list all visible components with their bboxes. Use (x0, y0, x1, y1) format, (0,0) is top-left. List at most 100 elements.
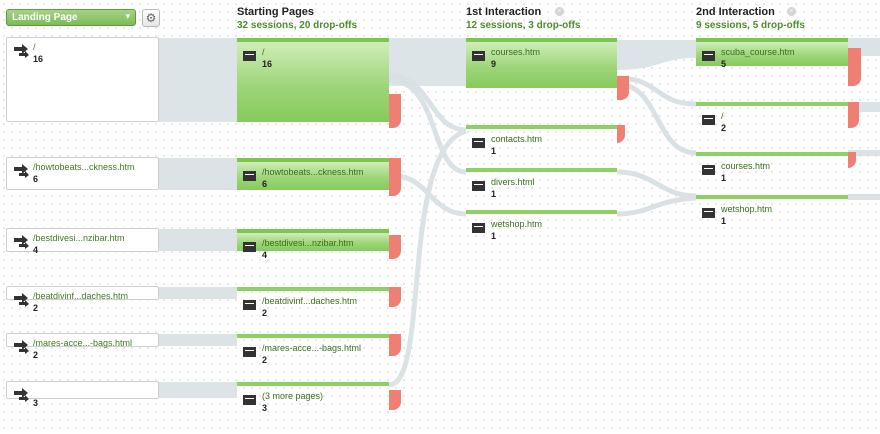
page-icon (472, 51, 485, 61)
page-label: wetshop.htm (491, 219, 543, 229)
source-label: /beatdivinf...daches.htm (33, 291, 129, 301)
source-count: 16 (33, 54, 44, 64)
drop-off-bar[interactable] (389, 287, 401, 307)
column-title: Starting Pages (237, 6, 315, 18)
entrance-arrow-icon (14, 164, 29, 178)
source-node[interactable]: /mares-acce...-bags.html 2 (6, 333, 159, 360)
page-count: 4 (262, 250, 268, 260)
page-count: 1 (491, 146, 497, 156)
drop-off-bar[interactable] (389, 334, 401, 356)
column-summary: 9 sessions, 5 drop-offs (696, 20, 805, 31)
page-label: /bestdivesi...nzibar.htm (262, 238, 354, 248)
page-icon (243, 395, 256, 405)
flow-band (616, 169, 697, 199)
source-label: / (33, 42, 36, 52)
flow-band (159, 287, 237, 299)
source-count: 6 (33, 174, 39, 184)
page-node[interactable]: / 2 (696, 102, 848, 133)
drop-off-bar[interactable] (389, 94, 401, 128)
page-node[interactable]: /howtobeats...ckness.htm 6 (237, 158, 389, 190)
source-node[interactable]: / 16 (6, 37, 159, 122)
source-count: 2 (33, 350, 39, 360)
page-node[interactable]: /bestdivesi...nzibar.htm 4 (237, 229, 389, 260)
page-label: /howtobeats...ckness.htm (262, 167, 364, 177)
drop-off-bar[interactable] (848, 102, 859, 128)
page-count: 1 (721, 173, 727, 183)
page-icon (472, 181, 485, 191)
source-count: 3 (33, 398, 39, 408)
flow-band (617, 40, 696, 70)
chevron-down-icon: ▾ (125, 11, 130, 21)
page-count: 16 (262, 59, 273, 69)
page-node[interactable]: / 16 (237, 38, 389, 122)
flow-band (848, 194, 880, 200)
page-node[interactable]: /mares-acce...-bags.html 2 (237, 334, 389, 365)
page-node[interactable]: contacts.htm 1 (466, 125, 617, 156)
source-node[interactable]: /beatdivinf...daches.htm 2 (6, 286, 159, 313)
source-node[interactable]: 3 (6, 381, 159, 408)
drop-off-bar[interactable] (389, 235, 401, 259)
page-icon (243, 300, 256, 310)
page-count: 2 (262, 355, 268, 365)
page-count: 1 (491, 189, 497, 199)
flow-band (159, 38, 237, 122)
drop-off-bar[interactable] (389, 158, 401, 196)
page-icon (702, 165, 715, 175)
column-summary: 32 sessions, 20 drop-offs (237, 20, 358, 31)
page-icon (702, 115, 715, 125)
source-node[interactable]: /howtobeats...ckness.htm 6 (6, 157, 159, 190)
flow-band (159, 334, 237, 346)
dimension-select[interactable]: Landing Page ▾ (6, 9, 136, 26)
page-count: 3 (262, 403, 268, 413)
page-label: courses.htm (721, 161, 771, 171)
page-node[interactable]: scuba_course.htm 5 (696, 38, 848, 69)
close-column-icon[interactable]: × (555, 7, 564, 16)
flow-band (616, 195, 697, 217)
column-header-starting-pages: Starting Pages 32 sessions, 20 drop-offs (237, 6, 357, 31)
page-count: 1 (491, 231, 497, 241)
page-label: scuba_course.htm (721, 47, 795, 57)
page-label: contacts.htm (491, 134, 543, 144)
page-icon (243, 51, 256, 61)
flow-band (616, 81, 697, 156)
page-icon (702, 51, 715, 61)
source-count: 4 (33, 245, 39, 255)
drop-off-bar[interactable] (617, 76, 629, 100)
page-label: divers.html (491, 177, 535, 187)
drop-off-bar[interactable] (848, 48, 861, 86)
flow-band (159, 158, 237, 190)
column-summary: 12 sessions, 3 drop-offs (466, 20, 581, 31)
page-node[interactable]: wetshop.htm 1 (466, 210, 617, 241)
entrance-arrow-icon (14, 293, 29, 307)
page-count: 2 (721, 123, 727, 133)
source-label: /mares-acce...-bags.html (33, 338, 133, 348)
gear-icon[interactable]: ⚙ (142, 9, 160, 27)
page-label: /beatdivinf...daches.htm (262, 296, 358, 306)
page-node[interactable]: divers.html 1 (466, 168, 617, 199)
page-node[interactable]: (3 more pages) 3 (237, 382, 389, 413)
page-icon (472, 138, 485, 148)
flow-band (159, 382, 237, 398)
page-icon (243, 347, 256, 357)
page-node[interactable]: /beatdivinf...daches.htm 2 (237, 287, 389, 318)
page-count: 5 (721, 59, 727, 69)
page-count: 6 (262, 179, 268, 189)
close-column-icon[interactable]: × (787, 7, 796, 16)
page-count: 2 (262, 308, 268, 318)
source-node[interactable]: /bestdivesi...nzibar.htm 4 (6, 228, 159, 255)
page-node[interactable]: courses.htm 1 (696, 152, 848, 183)
drop-off-bar[interactable] (389, 390, 401, 410)
page-label: / (721, 111, 724, 121)
source-count: 2 (33, 303, 39, 313)
page-icon (472, 223, 485, 233)
source-label: /bestdivesi...nzibar.htm (33, 233, 125, 243)
page-label: wetshop.htm (721, 204, 773, 214)
source-label: /howtobeats...ckness.htm (33, 162, 135, 172)
page-icon (702, 208, 715, 218)
entrance-arrow-icon (14, 388, 29, 402)
page-node[interactable]: wetshop.htm 1 (696, 195, 848, 226)
flow-band (159, 229, 237, 251)
page-node[interactable]: courses.htm 9 (466, 38, 617, 88)
page-label: courses.htm (491, 47, 541, 57)
dimension-select-label: Landing Page (12, 12, 78, 23)
